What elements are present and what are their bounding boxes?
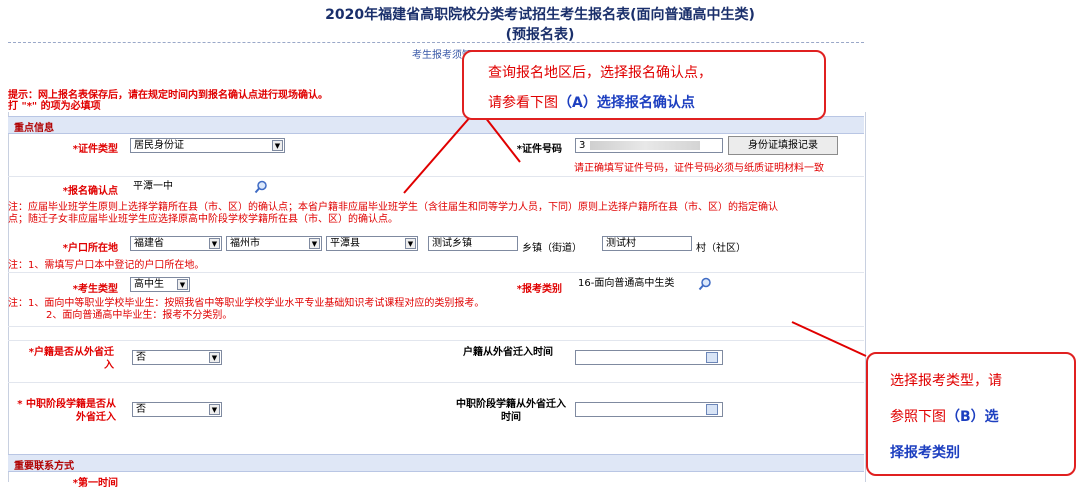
callout-b-line1: 选择报考类型，请 — [890, 373, 1002, 389]
callout-b-highlight: （B）选 — [946, 409, 999, 425]
callout-b-line2: 参照下图（B）选 — [890, 406, 999, 426]
callout-a-highlight: （A）选择报名确认点 — [558, 95, 695, 111]
callout-a-text: 请参看下图 — [488, 95, 558, 111]
arrow-a-line — [403, 107, 479, 194]
callout-a: 查询报名地区后，选择报名确认点， 请参看下图（A）选择报名确认点 — [462, 50, 826, 120]
callout-b: 选择报考类型，请 参照下图（B）选 择报考类别 — [866, 352, 1076, 476]
callout-a-line1: 查询报名地区后，选择报名确认点， — [488, 65, 712, 81]
callout-b-line3: 择报考类别 — [890, 445, 960, 461]
callout-a-line2: 请参看下图（A）选择报名确认点 — [488, 92, 695, 112]
callout-b-text: 参照下图 — [890, 409, 946, 425]
arrow-b-line — [791, 321, 867, 357]
